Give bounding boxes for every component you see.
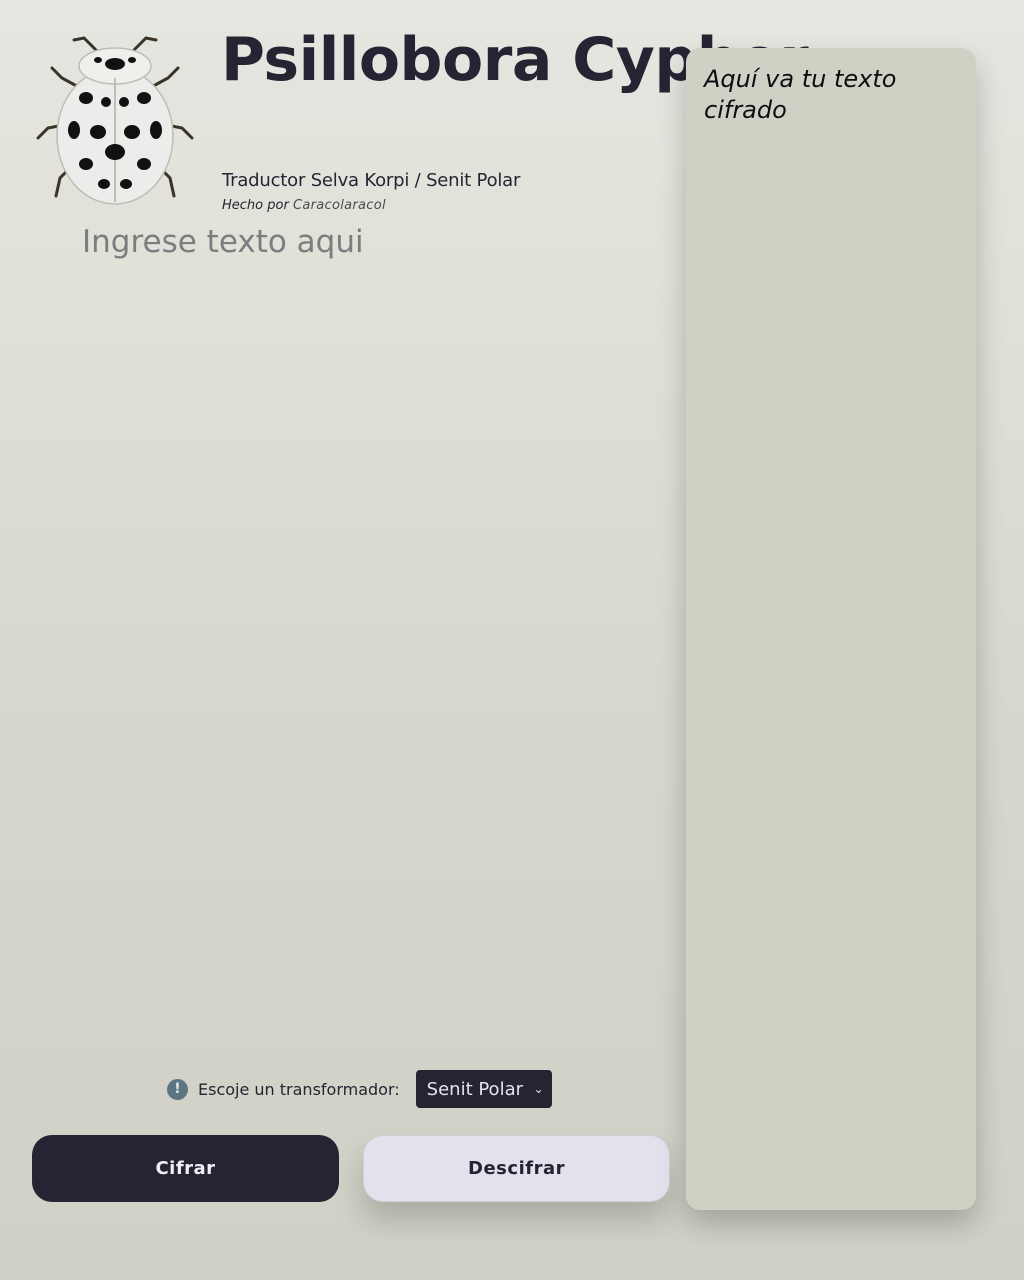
output-panel: Aquí va tu texto cifrado: [686, 48, 976, 1210]
credit-author-link[interactable]: Caracolaracol: [293, 198, 386, 213]
output-text: Aquí va tu texto cifrado: [704, 65, 897, 124]
info-icon[interactable]: !: [167, 1078, 188, 1100]
app-subtitle: Traductor Selva Korpi / Senit Polar: [222, 170, 521, 191]
credit-line: Hecho por Caracolaracol: [222, 198, 386, 213]
transformer-select[interactable]: Senit Polar ⌄: [415, 1070, 552, 1108]
transformer-selected-value: Senit Polar: [426, 1078, 524, 1100]
transformer-selector-row: ! Escoje un transformador: Senit Polar ⌄: [167, 1070, 552, 1108]
input-textarea[interactable]: [82, 224, 652, 1044]
ladybug-logo: [36, 36, 194, 205]
transformer-label: Escoje un transformador:: [198, 1079, 400, 1099]
decrypt-button[interactable]: Descifrar: [363, 1135, 670, 1202]
encrypt-button[interactable]: Cifrar: [32, 1135, 339, 1202]
credit-prefix: Hecho por: [222, 198, 289, 213]
chevron-down-icon: ⌄: [533, 1082, 544, 1096]
